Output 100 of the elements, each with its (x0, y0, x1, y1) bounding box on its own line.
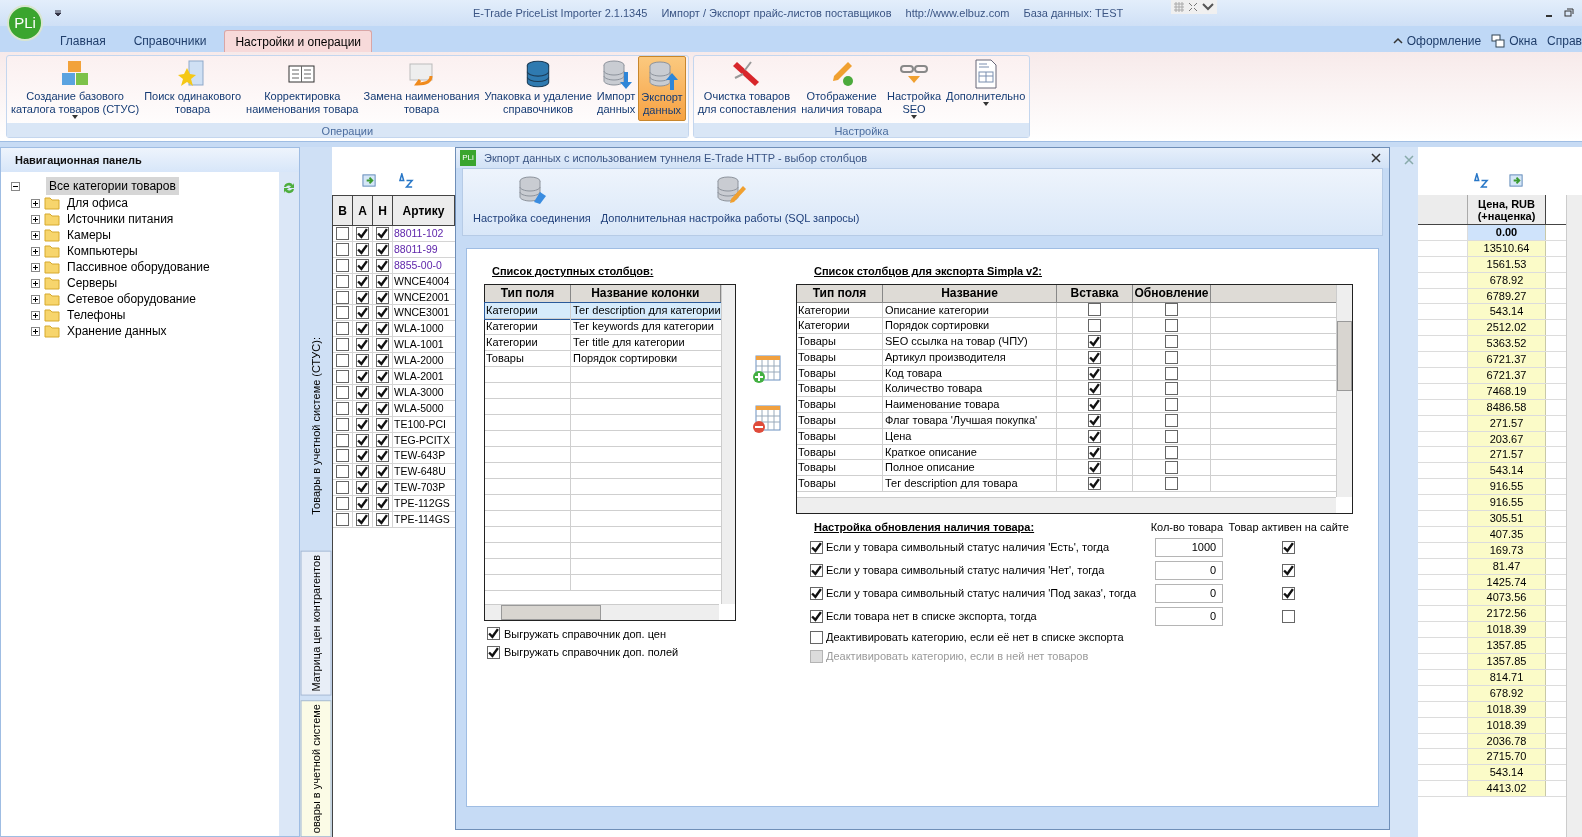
ribbon-button[interactable]: Отображение наличия товара (799, 56, 884, 121)
checkbox[interactable] (356, 433, 369, 447)
checkbox[interactable] (487, 627, 500, 641)
checkbox[interactable] (356, 290, 369, 304)
checkbox[interactable] (810, 630, 823, 644)
checkbox[interactable] (1088, 477, 1101, 491)
checkbox[interactable] (376, 465, 389, 479)
expand-icon[interactable] (31, 198, 40, 208)
ribbon-button[interactable]: Очистка товаров для сопоставления (695, 56, 799, 121)
checkbox[interactable] (336, 290, 349, 304)
ribbon-button[interactable]: Экспорт данных (638, 56, 686, 121)
column-header[interactable]: Цена, RUB (+наценка) (1468, 195, 1546, 224)
scrollbar[interactable] (1336, 284, 1352, 497)
checkbox[interactable] (1088, 429, 1101, 443)
quantity-field[interactable]: 0 (1155, 560, 1224, 580)
checkbox[interactable] (376, 306, 389, 320)
checkbox[interactable] (356, 226, 369, 240)
checkbox[interactable] (356, 274, 369, 288)
quantity-field[interactable]: 0 (1155, 606, 1224, 626)
expand-icon[interactable] (31, 262, 40, 272)
expand-icon[interactable] (31, 214, 40, 224)
tree-item[interactable]: Серверы (64, 274, 121, 292)
export-icon[interactable] (1509, 173, 1524, 188)
column-header[interactable]: А (353, 196, 373, 225)
table-row[interactable]: Категории Тег keywords для категории (485, 318, 721, 335)
checkbox[interactable] (376, 274, 389, 288)
ribbon-button[interactable]: Настройка SEO (884, 56, 944, 121)
expand-icon[interactable] (31, 246, 40, 256)
ribbon-button[interactable]: Импорт данных (594, 56, 638, 121)
checkbox[interactable] (336, 274, 349, 288)
checkbox[interactable] (1088, 445, 1101, 459)
checkbox[interactable] (1165, 350, 1178, 364)
checkbox[interactable] (336, 481, 349, 495)
checkbox[interactable] (376, 242, 389, 256)
checkbox[interactable] (376, 385, 389, 399)
scrollbar[interactable] (485, 603, 719, 620)
ribbon-button[interactable]: Замена наименования товара (361, 56, 482, 121)
checkbox[interactable] (376, 354, 389, 368)
checkbox[interactable] (1165, 335, 1178, 348)
checkbox[interactable] (1088, 350, 1101, 364)
tree-item[interactable]: Хранение данных (64, 322, 170, 340)
checkbox[interactable] (336, 497, 349, 511)
scrollbar[interactable] (720, 284, 735, 604)
checkbox[interactable] (356, 385, 369, 399)
collapse-icon[interactable] (1392, 36, 1403, 46)
checkbox[interactable] (376, 369, 389, 383)
checkbox[interactable] (336, 369, 349, 383)
tree-item[interactable]: Компьютеры (64, 242, 141, 260)
checkbox[interactable] (336, 512, 349, 526)
checkbox[interactable] (336, 354, 349, 368)
checkbox[interactable] (356, 449, 369, 463)
toolbar-button[interactable]: Дополнительная настройка работы (SQL запросы) (600, 174, 860, 227)
ribbon-tab[interactable]: Настройки и операции (224, 30, 373, 52)
checkbox[interactable] (336, 465, 349, 479)
expand-icon[interactable] (31, 230, 40, 240)
checkbox[interactable] (336, 242, 349, 256)
checkbox[interactable] (376, 338, 389, 352)
tree-item[interactable]: Сетевое оборудование (64, 290, 199, 308)
checkbox[interactable] (1088, 335, 1101, 348)
close-icon[interactable] (1371, 153, 1381, 163)
sort-icon[interactable] (1474, 173, 1489, 188)
checkbox[interactable] (1088, 382, 1101, 396)
checkbox[interactable] (336, 401, 349, 415)
ribbon-button[interactable]: Поиск одинакового товара (142, 56, 244, 121)
checkbox[interactable] (356, 242, 369, 256)
ribbon-tab[interactable]: Справочники (123, 30, 217, 52)
column-header[interactable]: Тип поля (485, 284, 571, 302)
checkbox[interactable] (1165, 303, 1178, 317)
checkbox[interactable] (809, 586, 823, 600)
checkbox[interactable] (376, 226, 389, 240)
checkbox[interactable] (336, 417, 349, 431)
checkbox[interactable] (336, 258, 349, 272)
collapse-icon[interactable] (11, 181, 20, 191)
checkbox[interactable] (1165, 445, 1178, 459)
ribbon-button[interactable]: Упаковка и удаление справочников (482, 56, 594, 121)
checkbox[interactable] (376, 433, 389, 447)
tree-item[interactable]: Телефоны (64, 306, 129, 324)
checkbox[interactable] (356, 369, 369, 383)
toolbar-button[interactable]: Настройка соединения (473, 174, 591, 227)
checkbox[interactable] (376, 512, 389, 526)
checkbox[interactable] (376, 417, 389, 431)
checkbox[interactable] (1281, 609, 1295, 623)
window-widget[interactable] (1171, 0, 1218, 14)
add-column-icon[interactable] (750, 353, 782, 385)
sort-icon[interactable] (399, 173, 414, 188)
checkbox[interactable] (356, 512, 369, 526)
checkbox[interactable] (356, 338, 369, 352)
expand-icon[interactable] (31, 310, 40, 320)
checkbox[interactable] (1165, 398, 1178, 412)
menu-item[interactable]: Оформление (1406, 32, 1482, 50)
ribbon-button[interactable]: Корректировка наименования товара (244, 56, 361, 121)
checkbox[interactable] (809, 563, 823, 577)
checkbox[interactable] (1088, 303, 1101, 317)
tree-item[interactable]: Источники питания (64, 210, 177, 228)
checkbox[interactable] (336, 433, 349, 447)
checkbox[interactable] (376, 497, 389, 511)
checkbox[interactable] (356, 417, 369, 431)
quick-access-caret-icon[interactable] (54, 9, 62, 17)
checkbox[interactable] (356, 322, 369, 336)
checkbox[interactable] (1281, 586, 1295, 600)
